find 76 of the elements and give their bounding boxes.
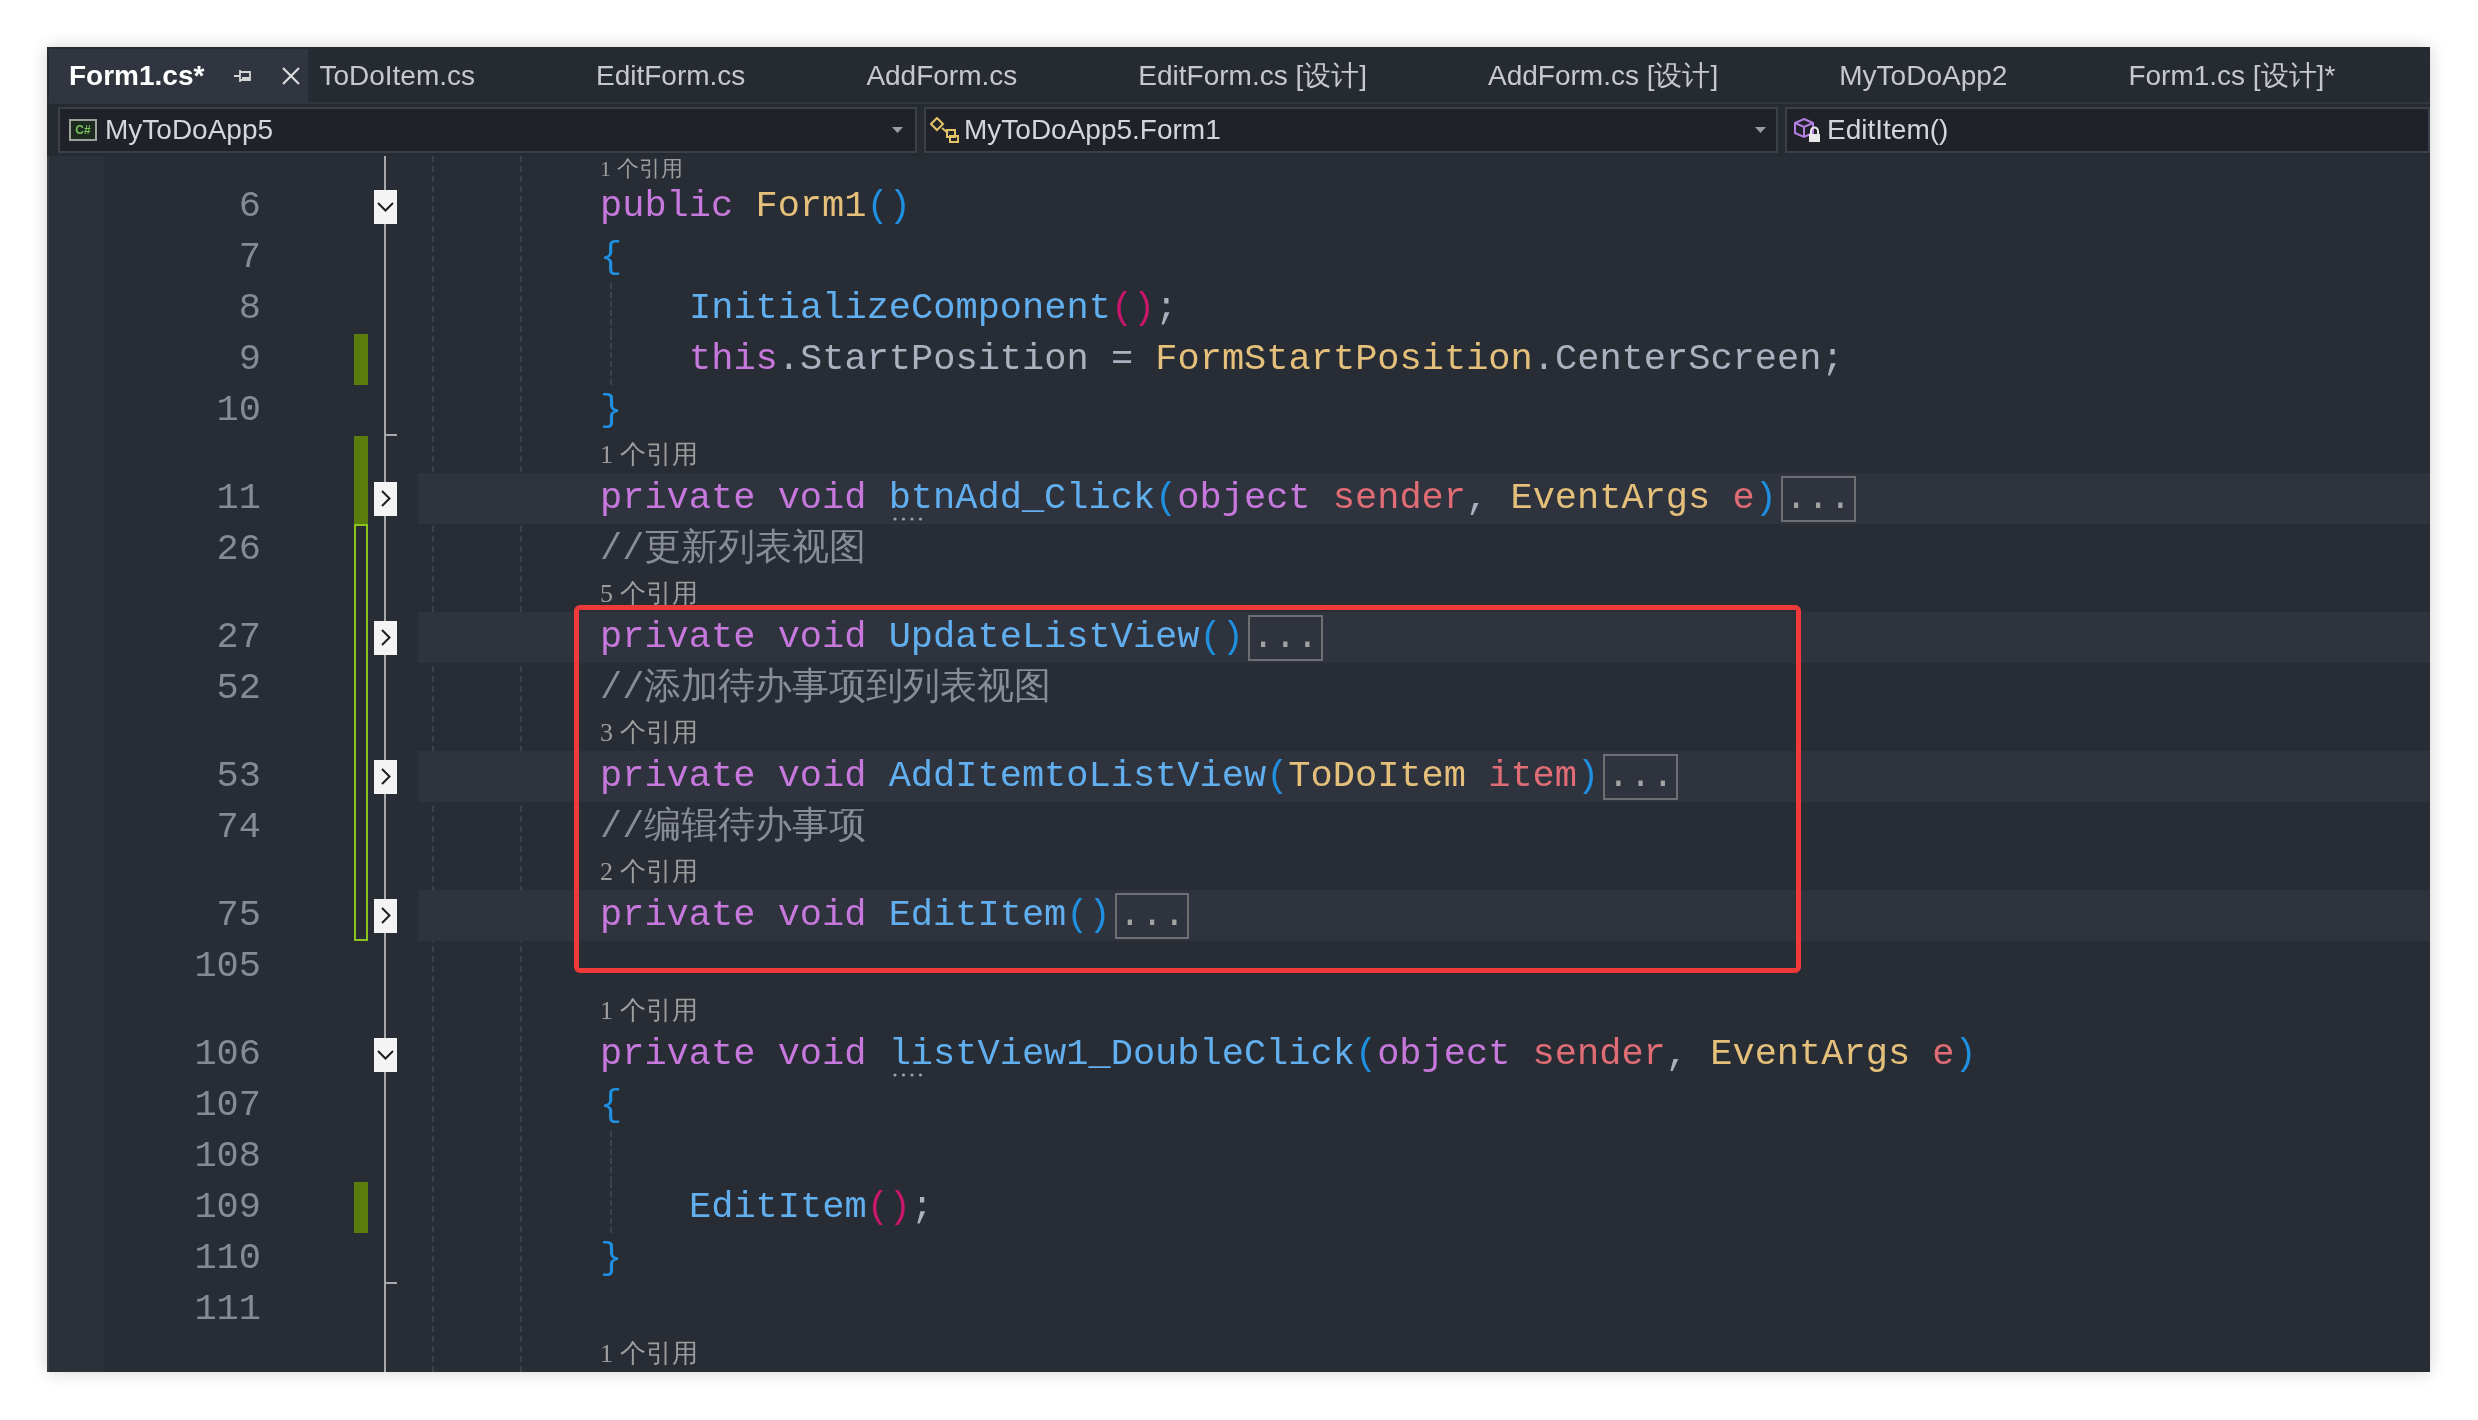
line-number: 7 (238, 239, 261, 276)
dropdown-label: EditItem() (1827, 113, 1949, 147)
code-line: private void AddItemtoListView(ToDoItem item) (600, 758, 1600, 795)
project-dropdown[interactable]: C# MyToDoApp5 (58, 107, 917, 153)
member-dropdown[interactable]: EditItem() (1785, 107, 2430, 153)
line-number: 106 (194, 1036, 261, 1073)
code-line: private void btnAdd_Click(object sender, EventArgs e) (600, 480, 1777, 517)
line-number: 53 (216, 758, 261, 795)
tab[interactable]: AddForm.cs (855, 49, 1128, 102)
dropdown-label: MyToDoApp5.Form1 (964, 113, 1221, 147)
code-line: private void EditItem() (600, 897, 1111, 934)
collapsed-code-indicator[interactable]: ... (1114, 892, 1190, 939)
code-line: } (600, 1240, 623, 1277)
tab[interactable]: ToDoItem.cs (308, 49, 585, 102)
reference-count-link[interactable]: 5 个引用 (600, 580, 698, 607)
language-badge: C# (69, 119, 97, 141)
fold-toggle[interactable] (374, 620, 397, 655)
tab[interactable]: EditForm.cs (585, 49, 856, 102)
chevron-down-icon (377, 201, 394, 212)
line-number: 74 (216, 809, 261, 846)
code-line: EditItem(); (689, 1189, 934, 1226)
fold-toggle[interactable] (374, 481, 397, 516)
reference-count-link[interactable]: 1 个引用 (600, 997, 698, 1024)
line-number: 26 (216, 531, 261, 568)
line-number: 107 (194, 1087, 261, 1124)
line-number: 8 (238, 290, 261, 327)
collapsed-code-indicator[interactable]: ... (1780, 475, 1856, 522)
tab[interactable]: Form1.cs* (49, 49, 309, 102)
code-line: } (600, 392, 623, 429)
line-number: 52 (216, 670, 261, 707)
reference-count-link[interactable]: 3 个引用 (600, 719, 698, 746)
tab[interactable]: Form1.cs [设计]* (2117, 49, 2430, 102)
caret-down-icon[interactable] (892, 127, 903, 133)
dropdown-label: MyToDoApp5 (105, 113, 274, 147)
chevron-right-icon (380, 768, 391, 785)
line-number: 110 (194, 1240, 261, 1277)
reference-count-link[interactable]: 2 个引用 (600, 858, 698, 885)
fold-toggle[interactable] (374, 759, 397, 794)
line-number: 11 (216, 480, 261, 517)
pin-icon[interactable] (234, 68, 253, 83)
line-number: 9 (238, 341, 261, 378)
collapsed-code-indicator[interactable]: ... (1603, 753, 1678, 800)
cube-lock-icon (1793, 117, 1823, 143)
code-line: private void listView1_DoubleClick(object sender, EventArgs e) (600, 1036, 1977, 1073)
tab[interactable]: MyToDoApp2 (1828, 49, 2118, 102)
code-line: public Form1() (600, 188, 911, 225)
tab[interactable]: AddForm.cs [设计] (1477, 49, 1829, 102)
code-line: this.StartPosition = FormStartPosition.CenterScreen; (689, 341, 1844, 378)
tab[interactable]: EditForm.cs [设计] (1127, 49, 1477, 102)
line-number: 75 (216, 897, 261, 934)
reference-count-link[interactable]: 1 个引用 (600, 441, 698, 468)
code-line: { (600, 1087, 623, 1124)
fold-toggle[interactable] (374, 189, 397, 224)
line-number: 105 (194, 948, 261, 985)
collapsed-code-indicator[interactable]: ... (1247, 614, 1323, 661)
line-number: 27 (216, 619, 261, 656)
line-number: 111 (194, 1291, 261, 1328)
line-number: 108 (194, 1138, 261, 1175)
chevron-right-icon (380, 629, 391, 646)
reference-count-link[interactable]: 1 个引用 (600, 1340, 698, 1367)
line-number: 10 (216, 392, 261, 429)
reference-count-link[interactable]: 1 个引用 (600, 157, 683, 180)
class-icon (930, 117, 960, 143)
line-number: 6 (238, 188, 261, 225)
caret-down-icon[interactable] (1755, 127, 1766, 133)
close-icon[interactable] (282, 66, 301, 85)
class-dropdown[interactable]: MyToDoApp5.Form1 (924, 107, 1778, 153)
chevron-right-icon (380, 907, 391, 924)
fold-toggle[interactable] (374, 1037, 397, 1072)
code-line: private void UpdateListView() (600, 619, 1244, 656)
code-line: { (600, 239, 623, 276)
code-line: InitializeComponent(); (689, 290, 1178, 327)
chevron-right-icon (380, 490, 391, 507)
chevron-down-icon (377, 1049, 394, 1060)
line-number: 109 (194, 1189, 261, 1226)
fold-toggle[interactable] (374, 898, 397, 933)
